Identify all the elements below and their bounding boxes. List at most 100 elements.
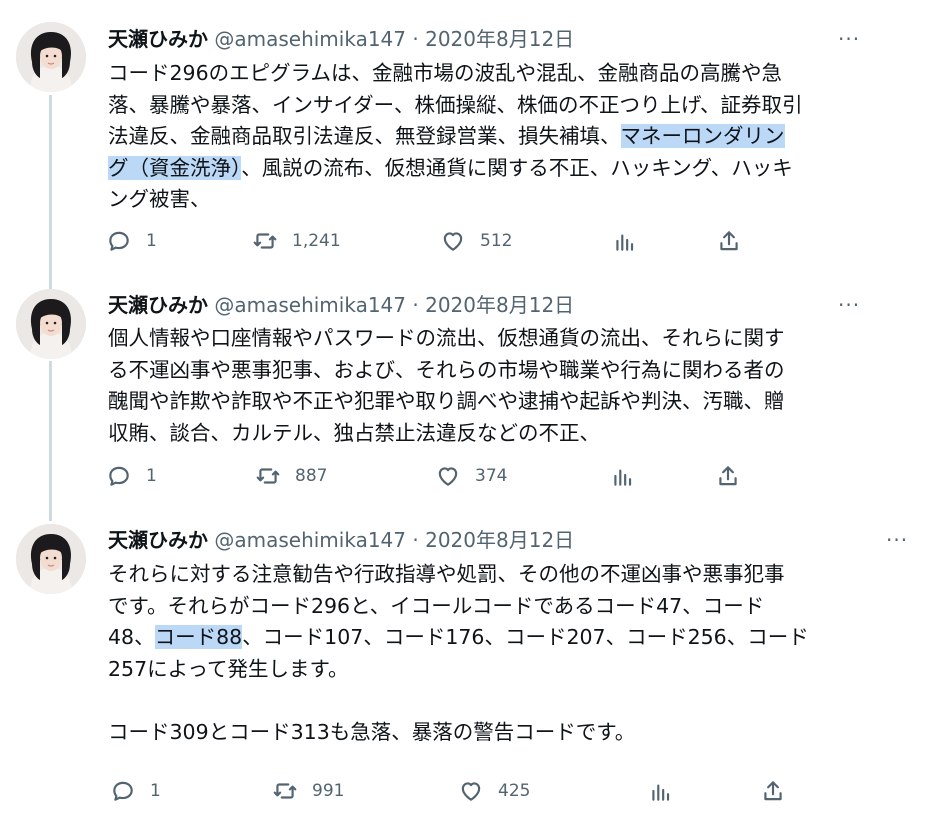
profile-photo xyxy=(16,524,86,594)
analytics-button[interactable] xyxy=(648,776,674,806)
author-name[interactable]: 天瀬ひみか xyxy=(108,528,208,552)
text-line: 257によって発生します。 xyxy=(108,654,809,686)
retweet-icon xyxy=(256,468,280,484)
thread-line xyxy=(49,361,52,521)
text-line: 個人情報や口座情報やパスワードの流出、仮想通貨の流出、それらに関す xyxy=(108,323,785,355)
analytics-button[interactable] xyxy=(610,461,636,491)
like-count: 425 xyxy=(498,781,531,801)
tweet-date[interactable]: 2020年8月12日 xyxy=(425,27,574,51)
avatar[interactable] xyxy=(16,22,86,92)
retweet-button[interactable]: 887 xyxy=(255,461,327,491)
like-count: 374 xyxy=(475,466,508,486)
text-segment: 醜聞や詐欺や詐取や不正や犯罪や取り調べや逮捕や起訴や判決、汚職、贈 xyxy=(108,389,785,413)
reply-icon xyxy=(109,466,129,486)
text-line: それらに対する注意勧告や行政指導や処罰、その他の不運凶事や悪事犯事 xyxy=(108,559,809,591)
text-line: 48、コード88、コード107、コード176、コード207、コード256、コード xyxy=(108,622,809,654)
tweet-header: 天瀬ひみか @amasehimika147 · 2020年8月12日 xyxy=(108,26,574,52)
text-line: ング被害、 xyxy=(108,184,803,216)
text-segment: 個人情報や口座情報やパスワードの流出、仮想通貨の流出、それらに関す xyxy=(108,326,785,350)
like-button[interactable]: 425 xyxy=(458,776,530,806)
author-name[interactable]: 天瀬ひみか xyxy=(108,27,208,51)
like-icon xyxy=(438,467,458,486)
author-handle[interactable]: @amasehimika147 xyxy=(214,293,406,317)
text-segment: それらに対する注意勧告や行政指導や処罰、その他の不運凶事や悪事犯事 xyxy=(108,562,785,586)
retweet-icon xyxy=(253,233,277,249)
tweet-text: 個人情報や口座情報やパスワードの流出、仮想通貨の流出、それらに関す る不運凶事や悪… xyxy=(108,323,785,449)
reply-count: 1 xyxy=(146,466,157,486)
share-icon xyxy=(764,781,782,801)
reply-button[interactable]: 1 xyxy=(106,226,157,256)
text-segment: 48、 xyxy=(108,625,155,649)
action-bar: 1 1,241 512 xyxy=(0,226,940,256)
text-line: です。それらがコード296と、イコールコードであるコード47、コード xyxy=(108,591,809,623)
avatar[interactable] xyxy=(16,289,86,359)
text-line: 醜聞や詐欺や詐取や不正や犯罪や取り調べや逮捕や起訴や判決、汚職、贈 xyxy=(108,386,785,418)
profile-photo xyxy=(16,289,86,359)
text-line: る不運凶事や悪事犯事、および、それらの市場や職業や行為に関わる者の xyxy=(108,355,785,387)
analytics-icon xyxy=(614,469,632,486)
share-icon xyxy=(720,231,738,251)
more-icon[interactable]: ··· xyxy=(838,295,860,315)
share-button[interactable] xyxy=(715,461,741,491)
author-name[interactable]: 天瀬ひみか xyxy=(108,293,208,317)
reply-count: 1 xyxy=(146,231,157,251)
retweet-button[interactable]: 991 xyxy=(272,776,344,806)
text-segment: 法違反、金融商品取引法違反、無登録営業、損失補填、 xyxy=(108,124,621,148)
action-bar: 1 887 374 xyxy=(0,461,940,491)
reply-button[interactable]: 1 xyxy=(110,776,161,806)
text-segment: 、風説の流布、仮想通貨に関する不正、ハッキング、ハッキ xyxy=(241,155,793,180)
retweet-count: 887 xyxy=(295,466,328,486)
text-segment: る不運凶事や悪事犯事、および、それらの市場や職業や行為に関わる者の xyxy=(108,357,785,382)
more-icon[interactable]: ··· xyxy=(886,530,908,550)
text-line: 法違反、金融商品取引法違反、無登録営業、損失補填、マネーロンダリン xyxy=(108,121,803,153)
text-segment: コード309とコード313も急落、暴落の警告コードです。 xyxy=(108,719,636,744)
share-button[interactable] xyxy=(760,776,786,806)
reply-icon xyxy=(109,231,129,251)
highlighted-text: グ（資金洗浄） xyxy=(108,155,242,180)
tweet-header: 天瀬ひみか @amasehimika147 · 2020年8月12日 xyxy=(108,527,574,553)
reply-button[interactable]: 1 xyxy=(106,461,157,491)
like-button[interactable]: 374 xyxy=(435,461,507,491)
tweet-text: コード296のエピグラムは、金融市場の波乱や混乱、金融商品の高騰や急 落、暴騰や暴… xyxy=(108,58,803,216)
more-icon[interactable]: ··· xyxy=(838,29,860,49)
analytics-icon xyxy=(652,784,670,801)
text-line: コード296のエピグラムは、金融市場の波乱や混乱、金融商品の高騰や急 xyxy=(108,58,803,90)
separator-dot: · xyxy=(406,27,426,51)
like-icon xyxy=(461,782,481,801)
analytics-button[interactable] xyxy=(612,226,638,256)
highlighted-text: コード88 xyxy=(154,625,243,649)
profile-photo xyxy=(16,22,86,92)
share-button[interactable] xyxy=(716,226,742,256)
separator-dot: · xyxy=(406,293,426,317)
highlighted-text: マネーロンダリン xyxy=(620,124,785,148)
tweet-text: それらに対する注意勧告や行政指導や処罰、その他の不運凶事や悪事犯事です。それらが… xyxy=(108,559,809,748)
retweet-count: 991 xyxy=(312,781,345,801)
reply-count: 1 xyxy=(150,781,161,801)
text-segment: 257によって発生します。 xyxy=(108,656,349,681)
retweet-button[interactable]: 1,241 xyxy=(252,226,341,256)
retweet-count: 1,241 xyxy=(292,231,341,251)
like-count: 512 xyxy=(480,231,513,251)
share-icon xyxy=(719,466,737,486)
text-line: 落、暴騰や暴落、インサイダー、株価操縦、株価の不正つり上げ、証券取引 xyxy=(108,90,803,122)
separator-dot: · xyxy=(406,528,426,552)
text-segment: ング被害、 xyxy=(108,187,211,211)
retweet-icon xyxy=(273,783,297,799)
tweet-date[interactable]: 2020年8月12日 xyxy=(425,528,574,552)
tweet-header: 天瀬ひみか @amasehimika147 · 2020年8月12日 xyxy=(108,292,574,318)
text-segment: 、コード107、コード176、コード207、コード256、コード xyxy=(242,625,809,649)
author-handle[interactable]: @amasehimika147 xyxy=(214,528,406,552)
action-bar: 1 991 425 xyxy=(0,776,940,806)
author-handle[interactable]: @amasehimika147 xyxy=(214,27,406,51)
tweet-date[interactable]: 2020年8月12日 xyxy=(425,293,574,317)
text-line: 収賄、談合、カルテル、独占禁止法違反などの不正、 xyxy=(108,418,785,450)
like-button[interactable]: 512 xyxy=(440,226,512,256)
avatar[interactable] xyxy=(16,524,86,594)
text-line: コード309とコード313も急落、暴落の警告コードです。 xyxy=(108,717,809,749)
thread-line xyxy=(49,95,52,290)
like-icon xyxy=(443,232,463,251)
analytics-icon xyxy=(616,234,634,251)
reply-icon xyxy=(113,781,133,801)
text-segment: 落、暴騰や暴落、インサイダー、株価操縦、株価の不正つり上げ、証券取引 xyxy=(108,92,803,117)
